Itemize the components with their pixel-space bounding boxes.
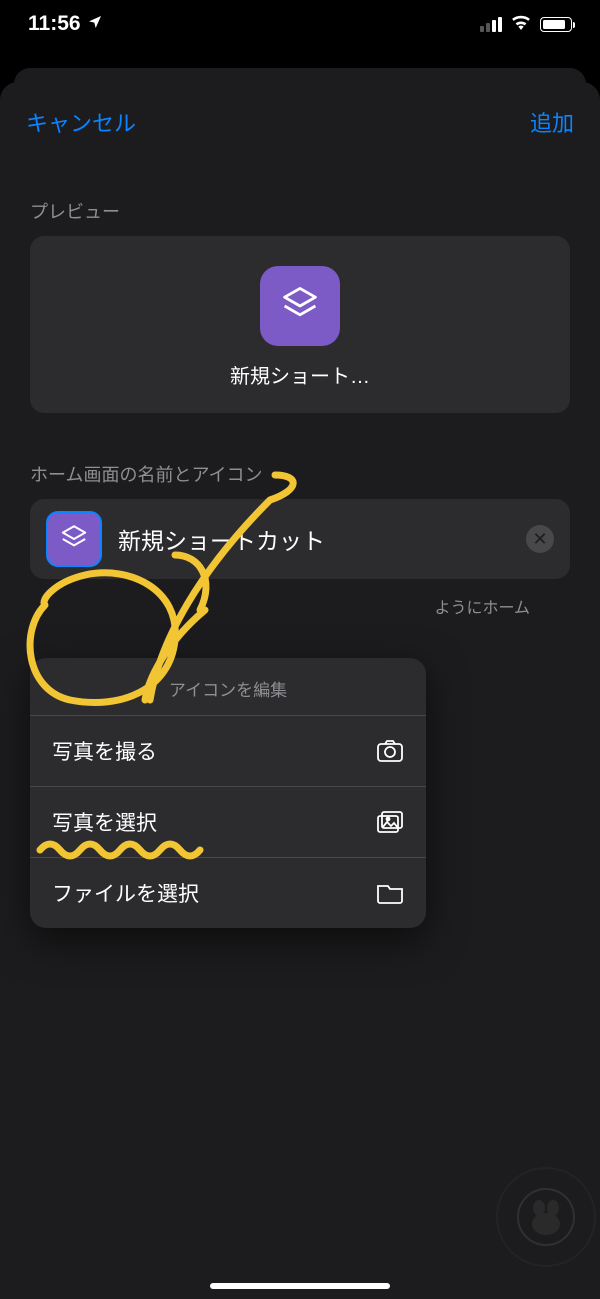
close-icon: ✕ xyxy=(532,529,547,550)
location-arrow-icon xyxy=(87,12,103,36)
status-bar: 11:56 xyxy=(0,0,600,42)
photo-library-icon xyxy=(376,810,404,834)
battery-icon xyxy=(540,17,572,32)
shortcut-icon-button[interactable] xyxy=(46,511,102,567)
folder-icon xyxy=(376,881,404,905)
home-indicator[interactable] xyxy=(210,1283,390,1289)
name-icon-section-label: ホーム画面の名前とアイコン xyxy=(30,461,570,487)
name-icon-row: ✕ xyxy=(30,499,570,579)
status-right xyxy=(480,12,572,36)
menu-item-label: ファイルを選択 xyxy=(52,878,199,908)
shortcut-preview-icon xyxy=(260,266,340,346)
preview-shortcut-name: 新規ショート… xyxy=(230,360,370,389)
edit-icon-popup: アイコンを編集 写真を撮る 写真を選択 ファイルを選択 xyxy=(30,658,426,928)
menu-item-label: 写真を選択 xyxy=(52,807,157,837)
add-button[interactable]: 追加 xyxy=(530,106,574,138)
watermark-logo xyxy=(496,1167,596,1267)
choose-photo-item[interactable]: 写真を選択 xyxy=(30,786,426,857)
take-photo-item[interactable]: 写真を撮る xyxy=(30,715,426,786)
status-time: 11:56 xyxy=(28,12,81,36)
modal-header: キャンセル 追加 xyxy=(0,82,600,162)
popup-title: アイコンを編集 xyxy=(30,658,426,715)
cancel-button[interactable]: キャンセル xyxy=(26,106,136,138)
help-text: ようにホーム xyxy=(30,597,570,621)
choose-file-item[interactable]: ファイルを選択 xyxy=(30,857,426,928)
preview-section-label: プレビュー xyxy=(30,198,570,224)
cellular-signal-icon xyxy=(480,17,502,32)
shortcut-name-input[interactable] xyxy=(118,526,510,553)
menu-item-label: 写真を撮る xyxy=(52,736,157,766)
preview-card: 新規ショート… xyxy=(30,236,570,413)
clear-input-button[interactable]: ✕ xyxy=(526,525,554,553)
status-left: 11:56 xyxy=(28,12,103,36)
wifi-icon xyxy=(510,12,532,36)
camera-icon xyxy=(376,739,404,763)
